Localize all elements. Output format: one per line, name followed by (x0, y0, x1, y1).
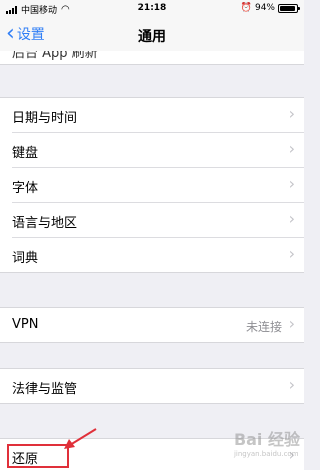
settings-group-1: 日期与时间 › 键盘 › 字体 › 语言与地区 › 词典 › (0, 97, 304, 273)
row-label: 语言与地区 (12, 216, 78, 231)
status-right: ⏰ 94% (240, 3, 300, 13)
annotation-arrow-icon (64, 428, 97, 449)
row-label: 日期与时间 (12, 111, 78, 126)
vpn-status: 未连接 (245, 320, 282, 334)
row-label: 词典 (12, 251, 39, 266)
partial-row-group: 后台 App 刷新 (0, 51, 304, 65)
row-label: 法律与监管 (12, 382, 78, 397)
row-keyboard[interactable]: 键盘 › (12, 132, 304, 167)
settings-group-vpn: VPN 未连接 › (0, 307, 304, 343)
settings-general-screen: 中国移动 ◠ 21:18 ⏰ 94% ‹ 设置 通用 后台 App 刷新 日期与… (0, 0, 304, 470)
battery-icon (278, 3, 300, 13)
watermark-url: jingyan.baidu.com (233, 450, 299, 458)
battery-percent: 94% (254, 3, 275, 13)
chevron-right-icon: › (288, 375, 295, 394)
chevron-right-icon: › (288, 174, 295, 193)
row-date-time[interactable]: 日期与时间 › (0, 98, 304, 132)
settings-group-legal: 法律与监管 › (0, 368, 304, 404)
row-label: VPN (12, 317, 39, 332)
chevron-right-icon: › (288, 139, 295, 158)
row-label: 键盘 (12, 146, 39, 161)
chevron-right-icon: › (288, 209, 295, 228)
row-dictionary[interactable]: 词典 › (12, 237, 304, 272)
page-title: 通用 (138, 29, 166, 45)
chevron-right-icon: › (288, 314, 295, 333)
watermark-text: Bai 经验 (233, 430, 300, 449)
row-background-app-refresh[interactable]: 后台 App 刷新 (0, 51, 304, 64)
chevron-right-icon: › (288, 244, 295, 263)
row-label: 字体 (12, 181, 39, 196)
row-fonts[interactable]: 字体 › (12, 167, 304, 202)
row-language-region[interactable]: 语言与地区 › (12, 202, 304, 237)
row-vpn[interactable]: VPN 未连接 › (0, 308, 304, 342)
watermark: Bai 经验 jingyan.baidu.com (234, 426, 300, 458)
row-label: 后台 App 刷新 (12, 51, 98, 61)
chevron-right-icon: › (288, 104, 295, 123)
navigation-bar: ‹ 设置 通用 (0, 18, 304, 53)
alarm-icon: ⏰ (240, 3, 252, 13)
status-bar: 中国移动 ◠ 21:18 ⏰ 94% (0, 0, 304, 18)
row-legal-regulatory[interactable]: 法律与监管 › (0, 369, 304, 403)
